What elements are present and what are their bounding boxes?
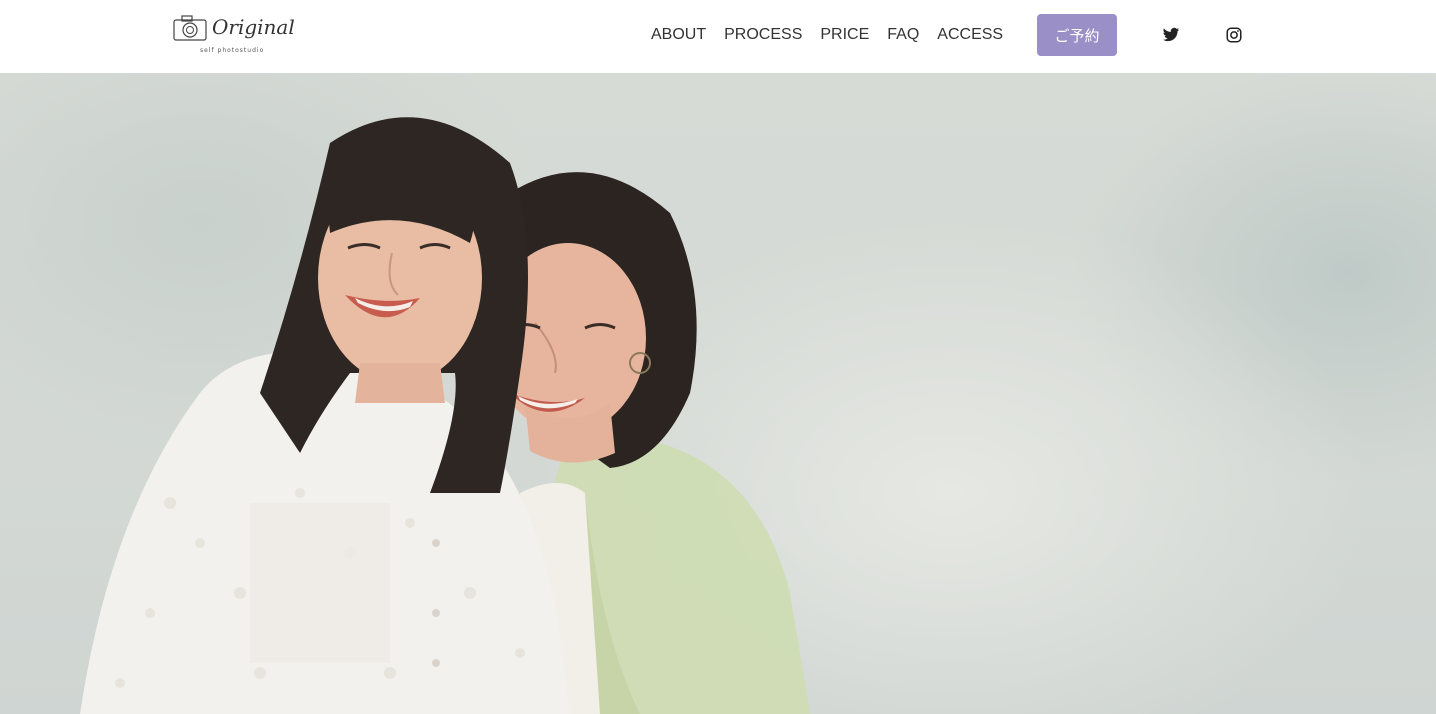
hero-illustration <box>80 117 810 714</box>
nav-about[interactable]: ABOUT <box>651 24 706 46</box>
nav-price[interactable]: PRICE <box>820 24 869 46</box>
instagram-icon <box>1226 27 1242 43</box>
logo-subtext: self photostudio <box>200 47 265 54</box>
reserve-button[interactable]: ご予約 <box>1037 14 1117 56</box>
logo-text: Original <box>212 15 295 39</box>
main-nav: ABOUT PROCESS PRICE FAQ ACCESS <box>651 24 1021 46</box>
hero-photo <box>0 73 1436 714</box>
site-header: Original self photostudio ABOUT PROCESS … <box>0 0 1436 73</box>
instagram-link[interactable] <box>1225 26 1245 46</box>
nav-faq[interactable]: FAQ <box>887 24 919 46</box>
twitter-icon <box>1162 27 1180 42</box>
twitter-link[interactable] <box>1162 26 1182 46</box>
nav-access[interactable]: ACCESS <box>937 24 1003 46</box>
site-logo[interactable]: Original self photostudio <box>172 12 298 58</box>
nav-process[interactable]: PROCESS <box>724 24 802 46</box>
camera-logo-icon: Original <box>173 15 295 41</box>
